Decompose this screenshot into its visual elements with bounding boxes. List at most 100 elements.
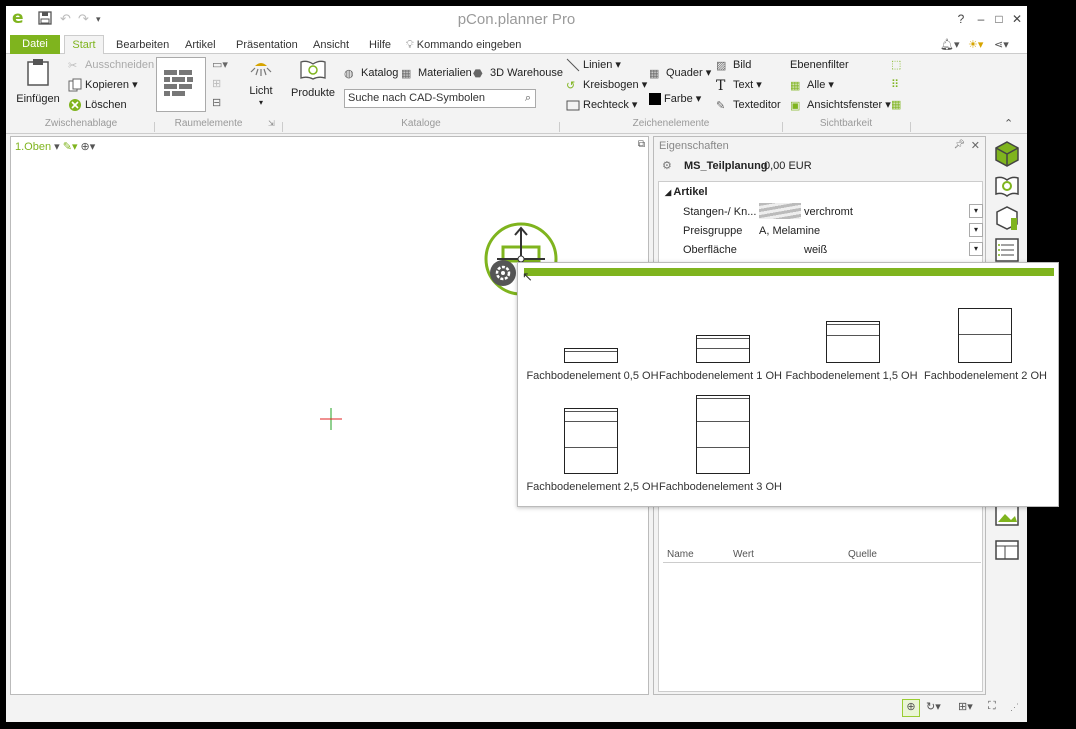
tab-file[interactable]: Datei <box>10 35 60 54</box>
fullscreen-icon[interactable]: ⛶ <box>988 700 996 713</box>
draw-group-label: Zeichenelemente <box>632 118 710 129</box>
shelf-option-2-5[interactable]: Fachbodenelement 2,5 OH <box>525 395 660 493</box>
popup-header-bar <box>524 268 1054 276</box>
catalog-button[interactable]: ◍ Katalog <box>344 65 398 81</box>
collapse-ribbon-icon[interactable]: ⌃ <box>1004 116 1013 132</box>
warehouse-button[interactable]: ⬣ 3D Warehouse <box>473 65 563 81</box>
room-element-icon-2[interactable]: ⊞ <box>212 76 221 92</box>
ribbon: Einfügen ✂ Ausschneiden Kopieren ▾ Lösche… <box>6 54 1027 134</box>
all-layers-dropdown[interactable]: ▦ Alle ▾ <box>790 77 834 93</box>
ceiling-light-icon <box>250 63 272 76</box>
separator <box>559 122 560 132</box>
tab-start[interactable]: Start <box>64 35 104 55</box>
texteditor-button[interactable]: ✎ Texteditor <box>716 97 781 113</box>
cut-label: Ausschneiden <box>85 59 155 71</box>
shelf-2-5-icon <box>564 408 618 474</box>
shelf-option-0-5[interactable]: Fachbodenelement 0,5 OH <box>525 303 660 383</box>
3d-cube-icon[interactable] <box>993 140 1021 168</box>
command-input[interactable]: 💡︎ Kommando eingeben <box>406 36 521 54</box>
lightbulb-icon: 💡︎ <box>406 39 414 51</box>
viewwindow-dropdown[interactable]: ▣ Ansichtsfenster ▾ <box>790 97 891 113</box>
window-layout-icon[interactable]: ⊞▾ <box>958 700 973 713</box>
room-group-label: Raumelemente <box>174 118 243 129</box>
maximize-button[interactable]: □ <box>990 10 1008 28</box>
shelf-option-1[interactable]: Fachbodenelement 1 OH <box>653 303 788 383</box>
clipboard-icon <box>27 59 49 86</box>
tab-article[interactable]: Artikel <box>185 36 216 54</box>
section-label: Artikel <box>673 186 708 198</box>
clipboard-group-label: Zwischenablage <box>44 118 118 129</box>
share-icon[interactable]: ⋖▾ <box>994 36 1009 54</box>
properties-title: Eigenschaften <box>659 140 729 152</box>
dropdown-chevron-icon[interactable]: ▾ <box>969 204 983 218</box>
dropdown-chevron-icon[interactable]: ▾ <box>969 223 983 237</box>
cut-button[interactable]: ✂ Ausschneiden <box>68 57 154 73</box>
globe-icon: ◍ <box>344 68 354 81</box>
snap-icon[interactable]: ⊕▾ <box>81 141 96 153</box>
grid-full-icon[interactable]: ▦ <box>891 97 901 113</box>
notification-icon[interactable]: 🔔︎▾ <box>940 36 960 54</box>
tab-presentation[interactable]: Präsentation <box>236 36 298 54</box>
cube-icon: ▦ <box>649 68 660 81</box>
view-selector[interactable]: 1.Oben ▾ ✎▾ ⊕▾ <box>15 140 95 153</box>
section-artikel[interactable]: ◢ Artikel <box>665 186 708 198</box>
room-element-icon-3[interactable]: ⊟ <box>212 95 221 111</box>
copy-button[interactable]: Kopieren ▾ <box>68 77 138 93</box>
panel-close-icon[interactable]: ✕ <box>971 139 980 152</box>
color-button[interactable]: Farbe ▾ <box>649 91 701 107</box>
layout-window-icon[interactable] <box>993 536 1021 564</box>
select-area-icon[interactable]: ⬚ <box>891 57 901 73</box>
rect-label: Rechteck <box>583 99 629 111</box>
room-dialog-launcher-icon[interactable]: ⇲ <box>268 116 275 132</box>
arc-button[interactable]: ↺ Kreisbogen ▾ <box>566 77 647 93</box>
table-header: Name Wert Quelle <box>663 549 981 563</box>
tab-help[interactable]: Hilfe <box>369 36 391 54</box>
article-info-icon[interactable] <box>993 204 1021 232</box>
separator <box>782 122 783 132</box>
shelf-option-2[interactable]: Fachbodenelement 2 OH <box>918 303 1053 383</box>
catalog-book-icon[interactable] <box>993 172 1021 200</box>
orbit-icon[interactable]: ↻▾ <box>926 700 941 713</box>
paste-button[interactable]: Einfügen <box>12 58 64 107</box>
lines-button[interactable]: Linien ▾ <box>566 57 621 73</box>
wall-gallery[interactable] <box>156 57 206 112</box>
materials-button[interactable]: ▦ Materialien <box>401 65 472 81</box>
copy-label: Kopieren <box>85 79 130 91</box>
resize-grip-icon[interactable]: ⋰ <box>1010 702 1019 713</box>
shelf-option-1-5[interactable]: Fachbodenelement 1,5 OH <box>784 303 919 383</box>
color-label: Farbe <box>664 93 693 105</box>
view-label: 1.Oben <box>15 141 52 153</box>
minimize-button[interactable]: – <box>972 10 990 28</box>
image-button[interactable]: ▨ Bild <box>716 57 751 73</box>
column-header: Wert <box>733 549 754 560</box>
shelf-0-5-icon <box>564 348 618 363</box>
properties-list-icon[interactable] <box>993 236 1021 264</box>
crosshair-cursor-icon <box>320 408 342 430</box>
cad-search-input[interactable]: Suche nach CAD-Symbolen ⌕ <box>344 89 536 108</box>
shelf-option-3[interactable]: Fachbodenelement 3 OH <box>653 395 788 493</box>
delete-button[interactable]: Löschen <box>68 97 127 113</box>
tab-view[interactable]: Ansicht <box>313 36 349 54</box>
box-button[interactable]: ▦ Quader ▾ <box>649 65 711 81</box>
pin-icon[interactable]: 📌︎ <box>954 139 965 150</box>
settings-gear-icon[interactable] <box>489 259 517 287</box>
help-button[interactable]: ? <box>952 10 970 28</box>
search-value: Suche nach CAD-Symbolen <box>348 92 485 104</box>
light-button[interactable]: Licht ▾ <box>246 60 276 107</box>
sun-icon[interactable]: ☀▾ <box>968 36 983 54</box>
grid-dots-icon[interactable]: ⠿ <box>891 77 899 93</box>
search-icon[interactable]: ⌕ <box>525 90 531 107</box>
fit-view-icon[interactable]: ⊕ <box>902 699 920 717</box>
restore-view-icon[interactable]: ⧉ <box>638 139 645 150</box>
tab-edit[interactable]: Bearbeiten <box>116 36 169 54</box>
products-button[interactable]: Produkte <box>290 60 336 101</box>
room-element-icon[interactable]: ▭▾ <box>212 57 228 73</box>
text-button[interactable]: T Text ▾ <box>716 77 762 94</box>
rect-button[interactable]: Rechteck ▾ <box>566 97 637 113</box>
shelf-1-icon <box>696 335 750 363</box>
property-label: Stangen-/ Kn... <box>683 206 757 218</box>
pen-icon[interactable]: ✎▾ <box>63 141 78 153</box>
catalog-label: Katalog <box>361 67 399 79</box>
dropdown-chevron-icon[interactable]: ▾ <box>969 242 983 256</box>
close-button[interactable]: ✕ <box>1008 10 1026 28</box>
